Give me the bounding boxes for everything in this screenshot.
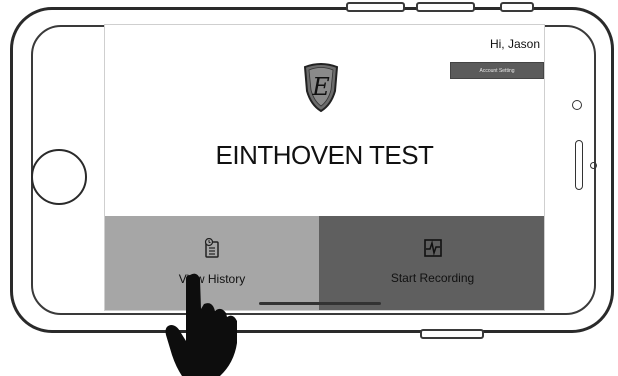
logo-letter: E xyxy=(311,73,330,101)
account-setting-button[interactable]: Account Setting xyxy=(450,62,544,79)
phone-speaker xyxy=(575,140,583,190)
phone-volume-button xyxy=(346,2,405,12)
phone-home-button[interactable] xyxy=(31,149,87,205)
pointing-hand-icon xyxy=(165,273,237,376)
einthoven-logo: E xyxy=(303,63,339,113)
user-greeting: Hi, Jason xyxy=(489,37,540,51)
home-indicator xyxy=(259,302,381,305)
phone-camera xyxy=(572,100,582,110)
phone-sensor xyxy=(590,162,597,169)
ecg-recording-icon xyxy=(423,239,442,257)
phone-power-button xyxy=(420,329,484,339)
app-screen: Hi, Jason Account Setting E EINTHOVEN TE… xyxy=(104,24,545,311)
phone-mute-switch xyxy=(500,2,534,12)
history-clipboard-icon xyxy=(204,238,219,258)
start-recording-tile[interactable]: Start Recording xyxy=(319,216,544,310)
start-recording-label: Start Recording xyxy=(390,271,475,285)
app-title: EINTHOVEN TEST xyxy=(215,140,434,170)
phone-volume-button xyxy=(416,2,475,12)
